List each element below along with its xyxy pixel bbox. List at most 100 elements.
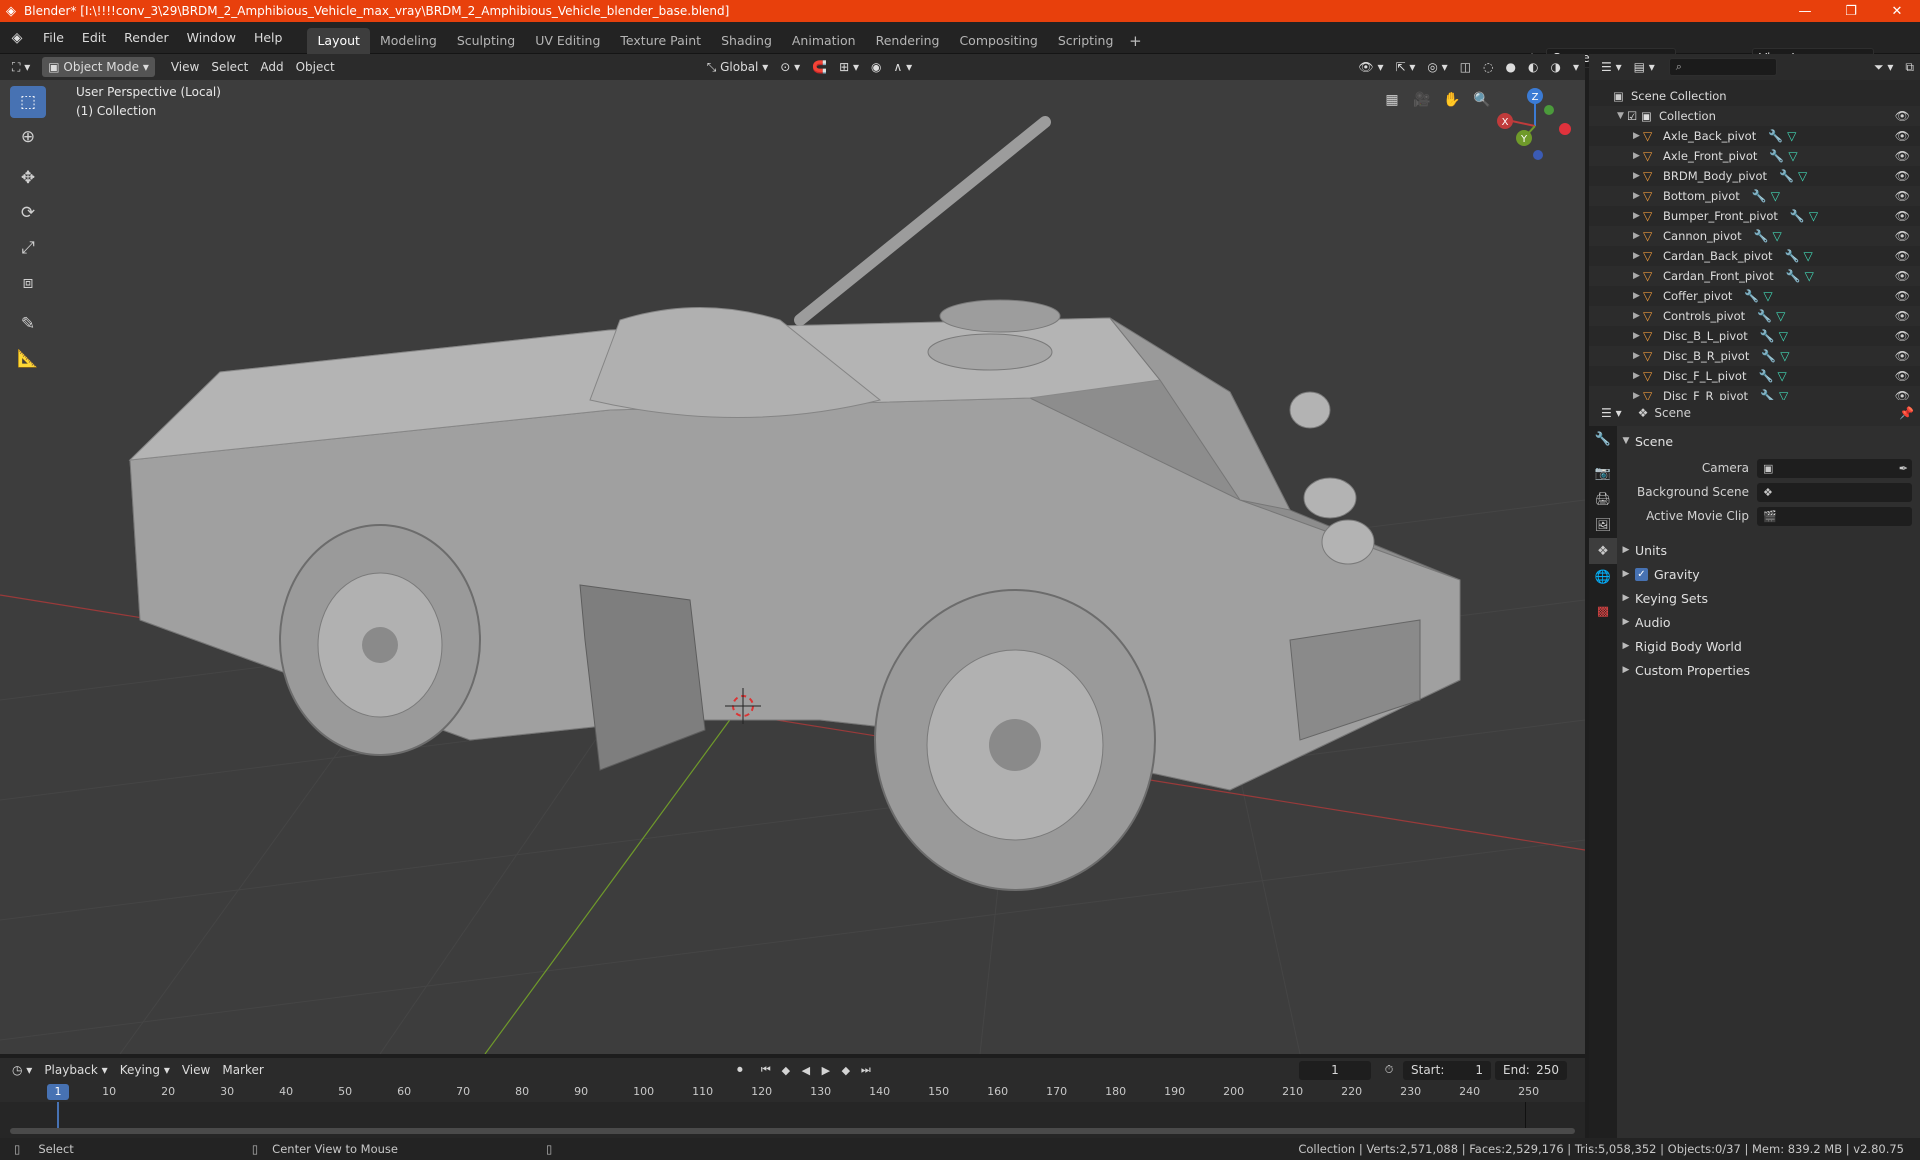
- outliner-object-row[interactable]: ▶ ▽ Controls_pivot 🔧 ▽ 👁: [1589, 306, 1920, 326]
- tab-sculpting[interactable]: Sculpting: [447, 28, 525, 54]
- select-box-tool-icon[interactable]: ⬚: [10, 86, 46, 118]
- transform-orientation[interactable]: ⤡ Global ▾: [701, 57, 775, 77]
- cursor-tool-icon[interactable]: ⊕: [10, 121, 46, 153]
- scene-panel-header[interactable]: ▼ Scene: [1617, 430, 1920, 452]
- outliner-object-row[interactable]: ▶ ▽ Coffer_pivot 🔧 ▽ 👁: [1589, 286, 1920, 306]
- frame-ruler[interactable]: 1 10 20 30 40 50 60 70 80 90 100 110 120 130 140 150 160…: [0, 1082, 1585, 1102]
- expand-triangle-icon[interactable]: ▶: [1633, 291, 1643, 301]
- timeline-editor-type-icon[interactable]: ◷ ▾: [6, 1060, 38, 1080]
- shading-options-icon[interactable]: ▾: [1567, 57, 1585, 77]
- expand-triangle-icon[interactable]: ▼: [1617, 111, 1627, 121]
- outliner-object-row[interactable]: ▶ ▽ Disc_B_R_pivot 🔧 ▽ 👁: [1589, 346, 1920, 366]
- navigation-gizmo[interactable]: Z X Y: [1497, 88, 1571, 160]
- camera-field[interactable]: ▣ ✒: [1757, 458, 1912, 478]
- material-shading-icon[interactable]: ◐: [1522, 57, 1544, 77]
- timeline-scrollbar[interactable]: [10, 1128, 1575, 1134]
- outliner-object-row[interactable]: ▶ ▽ BRDM_Body_pivot 🔧 ▽ 👁: [1589, 166, 1920, 186]
- outliner-object-row[interactable]: ▶ ▽ Cannon_pivot 🔧 ▽ 👁: [1589, 226, 1920, 246]
- properties-editor-type-icon[interactable]: ☰ ▾: [1595, 403, 1628, 423]
- modifier-wrench-icon[interactable]: 🔧: [1768, 129, 1783, 143]
- keying-sets-panel-header[interactable]: ▶ Keying Sets: [1617, 587, 1920, 609]
- movie-clip-field[interactable]: 🎬: [1757, 506, 1912, 526]
- play-icon[interactable]: ▶: [816, 1060, 836, 1080]
- modifier-wrench-icon[interactable]: 🔧: [1754, 229, 1769, 243]
- overlay-toggle-icon[interactable]: ◎ ▾: [1421, 57, 1453, 77]
- world-tab-icon[interactable]: 🌐: [1589, 564, 1617, 590]
- editor-type-icon[interactable]: ⛶ ▾: [6, 57, 36, 77]
- solid-shading-icon[interactable]: ●: [1500, 57, 1522, 77]
- eye-icon[interactable]: 👁: [1895, 149, 1910, 163]
- measure-tool-icon[interactable]: 📐: [10, 343, 46, 375]
- eye-icon[interactable]: 👁: [1895, 209, 1910, 223]
- modifier-wrench-icon[interactable]: 🔧: [1769, 149, 1784, 163]
- expand-triangle-icon[interactable]: ▶: [1633, 251, 1643, 261]
- outliner-object-row[interactable]: ▶ ▽ Cardan_Back_pivot 🔧 ▽ 👁: [1589, 246, 1920, 266]
- falloff-icon[interactable]: ∧ ▾: [887, 57, 918, 77]
- next-keyframe-icon[interactable]: ◆: [836, 1060, 856, 1080]
- outliner-object-row[interactable]: ▶ ▽ Disc_B_L_pivot 🔧 ▽ 👁: [1589, 326, 1920, 346]
- outliner-object-row[interactable]: ▶ ▽ Disc_F_L_pivot 🔧 ▽ 👁: [1589, 366, 1920, 386]
- eyedropper-icon[interactable]: ✒: [1899, 462, 1912, 475]
- tab-animation[interactable]: Animation: [782, 28, 866, 54]
- mesh-data-icon[interactable]: ▽: [1787, 129, 1796, 143]
- maximize-button[interactable]: ❐: [1828, 0, 1874, 22]
- mesh-data-icon[interactable]: ▽: [1798, 169, 1807, 183]
- scene-collection-row[interactable]: ▣ Scene Collection: [1589, 86, 1920, 106]
- gizmo-toggle-icon[interactable]: ⇱ ▾: [1389, 57, 1421, 77]
- snap-target-icon[interactable]: ⊞ ▾: [833, 57, 865, 77]
- menu-keying[interactable]: Keying ▾: [114, 1060, 176, 1080]
- xray-icon[interactable]: ◫: [1454, 57, 1477, 77]
- new-collection-icon[interactable]: ⧉: [1899, 57, 1920, 77]
- expand-triangle-icon[interactable]: ▶: [1633, 311, 1643, 321]
- expand-triangle-icon[interactable]: ▶: [1633, 171, 1643, 181]
- eye-icon[interactable]: 👁: [1895, 109, 1910, 123]
- collection-checkbox[interactable]: ☑: [1627, 109, 1641, 123]
- mesh-data-icon[interactable]: ▽: [1776, 309, 1785, 323]
- visibility-icon[interactable]: 👁 ▾: [1352, 57, 1389, 77]
- menu-file[interactable]: File: [34, 26, 73, 50]
- menu-add[interactable]: Add: [254, 57, 289, 77]
- menu-edit[interactable]: Edit: [73, 26, 115, 50]
- eye-icon[interactable]: 👁: [1895, 169, 1910, 183]
- rendered-shading-icon[interactable]: ◑: [1544, 57, 1566, 77]
- menu-select[interactable]: Select: [205, 57, 254, 77]
- scene-tab-icon[interactable]: ❖: [1589, 538, 1617, 564]
- menu-marker[interactable]: Marker: [216, 1060, 269, 1080]
- record-icon[interactable]: ⏺: [730, 1060, 750, 1080]
- modifier-wrench-icon[interactable]: 🔧: [1790, 209, 1805, 223]
- eye-icon[interactable]: 👁: [1895, 249, 1910, 263]
- camera-view-icon[interactable]: 🎥: [1410, 88, 1434, 112]
- modifier-wrench-icon[interactable]: 🔧: [1758, 369, 1773, 383]
- view-layer-tab-icon[interactable]: 🖼: [1589, 512, 1617, 538]
- mesh-data-icon[interactable]: ▽: [1777, 369, 1786, 383]
- gravity-checkbox[interactable]: ✓: [1635, 567, 1648, 581]
- minimize-button[interactable]: —: [1782, 0, 1828, 22]
- eye-icon[interactable]: 👁: [1895, 269, 1910, 283]
- menu-object[interactable]: Object: [290, 57, 341, 77]
- pivot-point-icon[interactable]: ⊙ ▾: [774, 57, 806, 77]
- tab-rendering[interactable]: Rendering: [866, 28, 950, 54]
- menu-render[interactable]: Render: [115, 26, 178, 50]
- gravity-panel-header[interactable]: ▶ ✓ Gravity: [1617, 563, 1920, 585]
- outliner-object-row[interactable]: ▶ ▽ Cardan_Front_pivot 🔧 ▽ 👁: [1589, 266, 1920, 286]
- filter-icon[interactable]: ⏷ ▾: [1868, 57, 1899, 77]
- tool-tab-icon[interactable]: 🔧: [1589, 426, 1617, 452]
- units-panel-header[interactable]: ▶ Units: [1617, 539, 1920, 561]
- proportional-edit-icon[interactable]: ◉: [865, 57, 887, 77]
- modifier-wrench-icon[interactable]: 🔧: [1752, 189, 1767, 203]
- expand-triangle-icon[interactable]: ▶: [1633, 331, 1643, 341]
- current-frame-marker[interactable]: 1: [47, 1084, 69, 1100]
- outliner-object-row[interactable]: ▶ ▽ Bumper_Front_pivot 🔧 ▽ 👁: [1589, 206, 1920, 226]
- play-reverse-icon[interactable]: ◀: [796, 1060, 816, 1080]
- audio-panel-header[interactable]: ▶ Audio: [1617, 611, 1920, 633]
- pan-hand-icon[interactable]: ✋: [1440, 88, 1464, 112]
- rear-wheel[interactable]: [279, 524, 481, 756]
- start-frame-field[interactable]: Start: 1: [1403, 1060, 1491, 1080]
- menu-view[interactable]: View: [165, 57, 205, 77]
- stopwatch-icon[interactable]: ⏱: [1379, 1060, 1399, 1080]
- annotate-tool-icon[interactable]: ✎: [10, 308, 46, 340]
- expand-triangle-icon[interactable]: ▶: [1633, 131, 1643, 141]
- pin-icon[interactable]: 📌: [1893, 403, 1920, 423]
- collection-row[interactable]: ▼ ☑ ▣ Collection 👁: [1589, 106, 1920, 126]
- expand-triangle-icon[interactable]: ▶: [1633, 271, 1643, 281]
